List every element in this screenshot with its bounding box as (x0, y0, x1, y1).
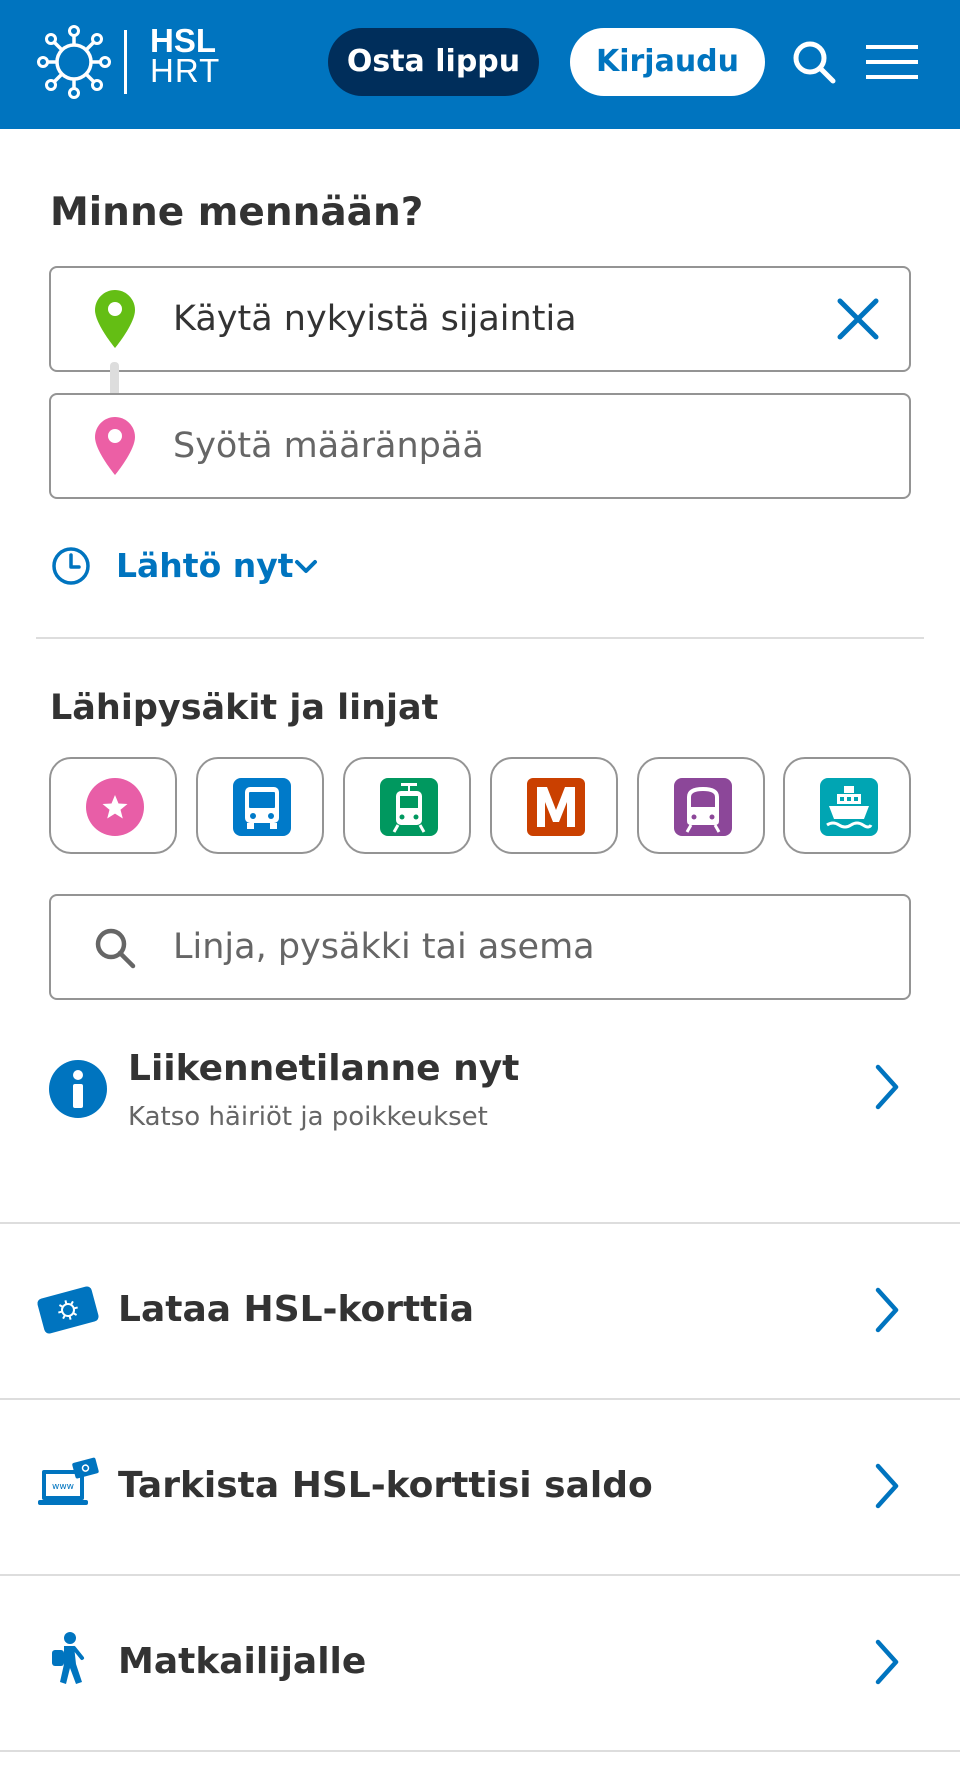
section-divider (0, 1750, 960, 1752)
bus-icon (233, 778, 291, 836)
chevron-right-icon (875, 1064, 899, 1110)
mode-ferry-button[interactable] (783, 757, 911, 854)
mode-favourites-button[interactable] (49, 757, 177, 854)
traveller-icon (52, 1632, 84, 1684)
logo-wordmark: HSL HRT (150, 24, 221, 89)
train-icon (674, 778, 732, 836)
check-card-balance-label: Tarkista HSL-korttisi saldo (118, 1465, 653, 1506)
laptop-www-icon: www (38, 1457, 99, 1505)
clear-origin-icon[interactable] (835, 296, 881, 342)
departure-label: Lähtö nyt (116, 546, 294, 585)
chevron-right-icon (875, 1463, 899, 1509)
chevron-right-icon (875, 1287, 899, 1333)
traffic-status-link[interactable]: Liikennetilanne nyt Katso häiriöt ja poi… (48, 1040, 912, 1140)
logo-separator (124, 30, 127, 94)
check-card-balance-link[interactable]: www Tarkista HSL-korttisi saldo (0, 1399, 960, 1573)
search-icon (95, 928, 136, 969)
clock-icon (52, 547, 90, 585)
buy-ticket-button[interactable]: Osta lippu (328, 28, 539, 96)
destination-placeholder: Syötä määränpää (173, 426, 484, 466)
hsl-card-icon (37, 1286, 99, 1334)
info-icon (49, 1060, 107, 1118)
load-hsl-card-label: Lataa HSL-korttia (118, 1289, 475, 1330)
tram-icon (380, 778, 438, 836)
stop-search-input[interactable]: Linja, pysäkki tai asema (49, 894, 911, 1000)
section-divider (36, 637, 924, 639)
top-header: HSL HRT Osta lippu Kirjaudu (0, 0, 960, 129)
mode-tram-button[interactable] (343, 757, 471, 854)
for-travellers-label: Matkailijalle (118, 1641, 367, 1682)
origin-pin-icon (95, 290, 135, 348)
mode-train-button[interactable] (637, 757, 765, 854)
login-button[interactable]: Kirjaudu (570, 28, 765, 96)
metro-icon (527, 778, 585, 836)
for-travellers-link[interactable]: Matkailijalle (0, 1575, 960, 1749)
nearby-title: Lähipysäkit ja linjat (50, 688, 439, 728)
logo-hrt-text: HRT (150, 52, 221, 89)
hsl-sun-logo-icon (37, 25, 111, 99)
destination-pin-icon (95, 417, 135, 475)
origin-field[interactable]: Käytä nykyistä sijaintia (49, 266, 911, 372)
mode-bus-button[interactable] (196, 757, 324, 854)
search-icon[interactable] (790, 38, 838, 86)
traffic-subtitle: Katso häiriöt ja poikkeukset (128, 1102, 488, 1132)
traffic-title: Liikennetilanne nyt (128, 1048, 520, 1089)
destination-field[interactable]: Syötä määränpää (49, 393, 911, 499)
svg-text:www: www (52, 1482, 74, 1492)
planner-title: Minne mennään? (50, 190, 424, 235)
chevron-right-icon (875, 1639, 899, 1685)
favourite-star-icon (86, 778, 144, 836)
hamburger-menu-icon[interactable] (864, 42, 920, 82)
chevron-down-icon (295, 560, 317, 573)
stop-search-placeholder: Linja, pysäkki tai asema (173, 927, 595, 967)
ferry-icon (820, 778, 878, 836)
origin-value: Käytä nykyistä sijaintia (173, 299, 577, 339)
load-hsl-card-link[interactable]: Lataa HSL-korttia (0, 1223, 960, 1397)
mode-metro-button[interactable] (490, 757, 618, 854)
